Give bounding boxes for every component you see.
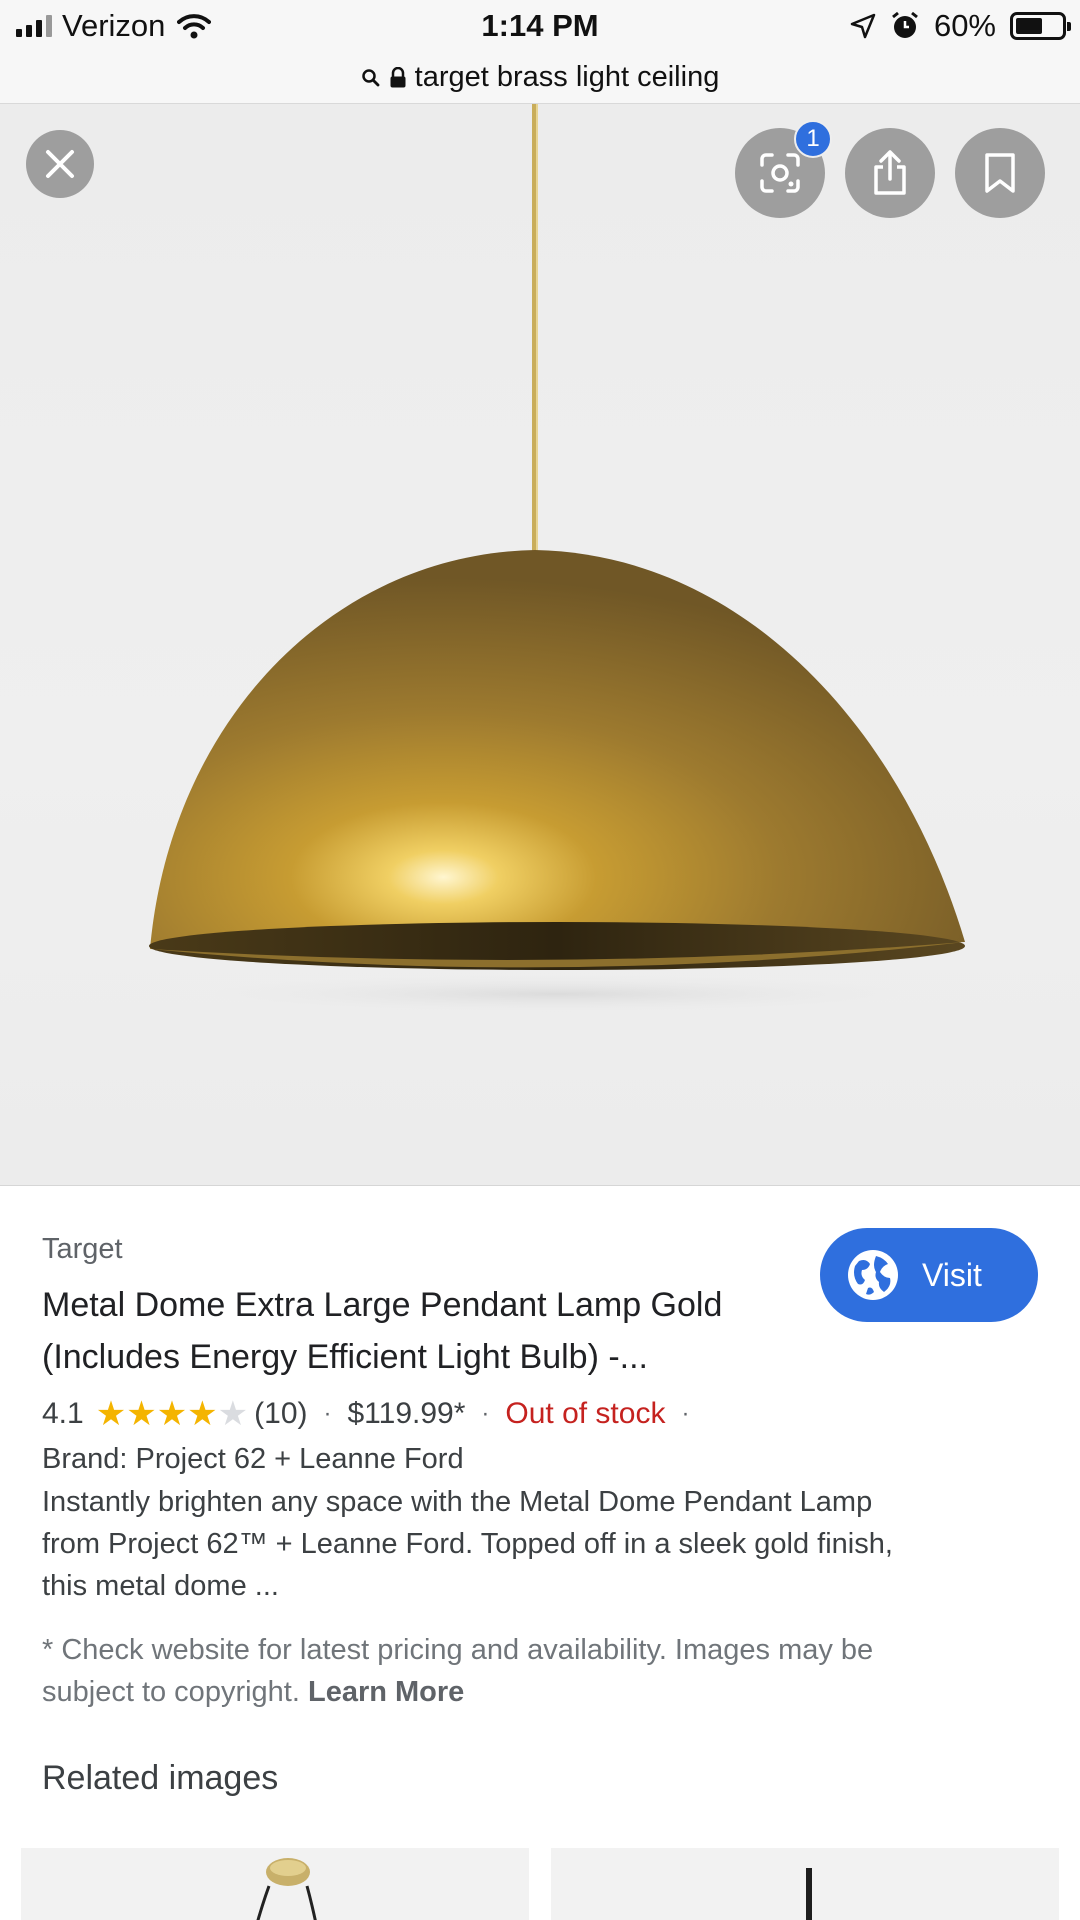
status-right: 60% xyxy=(850,8,1071,44)
bookmark-icon xyxy=(985,153,1015,193)
disclaimer: * Check website for latest pricing and a… xyxy=(42,1629,1042,1713)
source-name[interactable]: Target xyxy=(42,1233,123,1266)
bookmark-button[interactable] xyxy=(955,128,1045,218)
price: $119.99* xyxy=(347,1397,466,1430)
brand-line: Brand: Project 62 + Leanne Ford xyxy=(42,1443,464,1475)
result-title-line-2: (Includes Energy Efficient Light Bulb) -… xyxy=(42,1338,649,1376)
disclaimer-line-1: * Check website for latest pricing and a… xyxy=(42,1634,874,1666)
search-icon xyxy=(361,68,380,86)
status-bar: Verizon 1:14 PM 60% xyxy=(0,0,1080,52)
star-filled-icon: ★ xyxy=(187,1395,218,1433)
separator-dot: · xyxy=(481,1400,490,1427)
star-empty-icon: ★ xyxy=(217,1395,249,1433)
close-button[interactable] xyxy=(26,130,94,198)
globe-icon xyxy=(848,1250,898,1300)
location-arrow-icon xyxy=(850,13,876,39)
search-query: target brass light ceiling xyxy=(414,61,720,93)
rating-value: 4.1 xyxy=(42,1397,84,1430)
close-icon xyxy=(46,150,74,178)
alarm-icon xyxy=(892,11,918,38)
result-info-panel: Target Visit Metal Dome Extra Large Pend… xyxy=(0,1186,1080,1920)
wifi-icon xyxy=(177,14,212,39)
address-bar[interactable]: target brass light ceiling xyxy=(0,52,1080,104)
description-line-1: Instantly brighten any space with the Me… xyxy=(42,1486,873,1518)
disclaimer-line-2: subject to copyright. Learn More xyxy=(42,1671,1042,1713)
lens-icon xyxy=(760,153,800,193)
disclaimer-text: subject to copyright. xyxy=(42,1676,300,1708)
status-left: Verizon xyxy=(16,8,212,44)
visit-button[interactable]: Visit xyxy=(820,1228,1038,1322)
share-button[interactable] xyxy=(845,128,935,218)
pendant-lamp-thumbnail-image xyxy=(806,1868,812,1920)
cellular-signal-icon xyxy=(16,15,52,37)
star-filled-icon: ★ xyxy=(126,1395,157,1433)
related-image-thumbnail[interactable] xyxy=(551,1848,1059,1920)
separator-dot: · xyxy=(681,1400,690,1427)
carrier-name: Verizon xyxy=(62,8,166,43)
battery-icon xyxy=(1010,12,1071,40)
star-filled-icon: ★ xyxy=(95,1395,127,1433)
result-description: Instantly brighten any space with the Me… xyxy=(42,1481,1042,1607)
result-title-line-1: Metal Dome Extra Large Pendant Lamp Gold xyxy=(42,1286,723,1324)
visit-label: Visit xyxy=(922,1256,982,1293)
battery-level xyxy=(1016,18,1043,34)
related-image-thumbnail[interactable] xyxy=(21,1848,529,1920)
separator-dot: · xyxy=(323,1400,332,1427)
description-line-3: this metal dome ... xyxy=(42,1570,279,1602)
description-line-2: from Project 62™ + Leanne Ford. Topped o… xyxy=(42,1528,893,1560)
result-meta: 4.1 ★ ★ ★ ★ ★ (10) · $119.99* · Out of stock… xyxy=(42,1397,705,1431)
pendant-lamp-image xyxy=(149,104,965,1014)
result-title[interactable]: Metal Dome Extra Large Pendant Lamp Gold… xyxy=(42,1279,812,1383)
stock-status: Out of stock xyxy=(505,1397,666,1430)
battery-percent: 60% xyxy=(933,8,996,43)
learn-more-link[interactable]: Learn More xyxy=(308,1676,464,1708)
product-image[interactable]: 1 xyxy=(0,104,1080,1186)
lens-badge: 1 xyxy=(794,120,832,158)
review-count: (10) xyxy=(254,1397,308,1430)
star-filled-icon: ★ xyxy=(156,1395,188,1433)
star-rating: ★ ★ ★ ★ ★ xyxy=(96,1397,248,1431)
pendant-lamp-thumbnail-image xyxy=(256,1858,317,1920)
share-icon xyxy=(874,150,906,195)
lock-icon xyxy=(390,66,406,87)
related-images-heading: Related images xyxy=(42,1759,279,1797)
